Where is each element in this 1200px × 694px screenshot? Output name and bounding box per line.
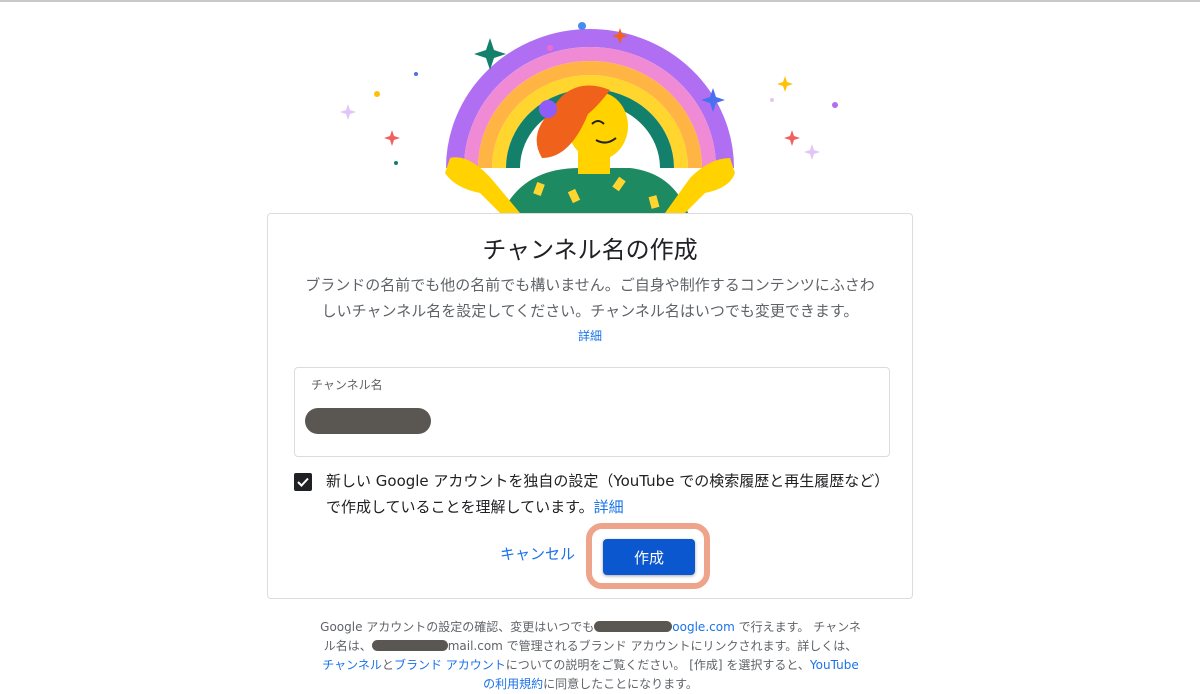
footer-text-3: mail.com で管理されるブランド アカウントにリンクされます。詳しくは、	[447, 639, 858, 653]
create-button[interactable]: 作成	[603, 539, 695, 575]
consent-learn-more-link[interactable]: 詳細	[594, 498, 624, 516]
check-icon	[297, 477, 309, 487]
consent-checkbox[interactable]	[294, 473, 312, 491]
brand-account-link[interactable]: ブランド アカウント	[394, 658, 506, 672]
dialog-title: チャンネル名の作成	[482, 236, 698, 264]
channel-name-input[interactable]	[305, 408, 431, 434]
channel-name-field[interactable]: チャンネル名	[294, 367, 890, 457]
channel-link[interactable]: チャンネル	[322, 658, 382, 672]
redacted-email	[594, 621, 673, 632]
top-divider	[0, 0, 1200, 2]
footer-text-1: Google アカウントの設定の確認、変更はいつでも	[320, 620, 595, 634]
learn-more-link[interactable]: 詳細	[268, 327, 912, 344]
footer-text-6: に同意したことになります。	[543, 677, 698, 691]
redacted-email	[371, 640, 448, 651]
footer-notice: Google アカウントの設定の確認、変更はいつでも oogle.com で行えま…	[318, 618, 863, 694]
consent-text: 新しい Google アカウントを独自の設定（YouTube での検索履歴と再生…	[326, 468, 886, 520]
channel-name-label: チャンネル名	[311, 378, 383, 392]
account-settings-link[interactable]: oogle.com	[672, 620, 734, 634]
rainbow-illustration	[340, 22, 838, 218]
cancel-button[interactable]: キャンセル	[500, 543, 575, 564]
footer-text-4: と	[381, 658, 394, 672]
footer-text-5: についての説明をご覧ください。 [作成] を選択すると、	[505, 658, 810, 672]
create-channel-dialog: チャンネル名の作成 ブランドの名前でも他の名前でも構いません。ご自身や制作するコ…	[267, 213, 913, 599]
dialog-description: ブランドの名前でも他の名前でも構いません。ご自身や制作するコンテンツにふさわしい…	[305, 276, 875, 320]
